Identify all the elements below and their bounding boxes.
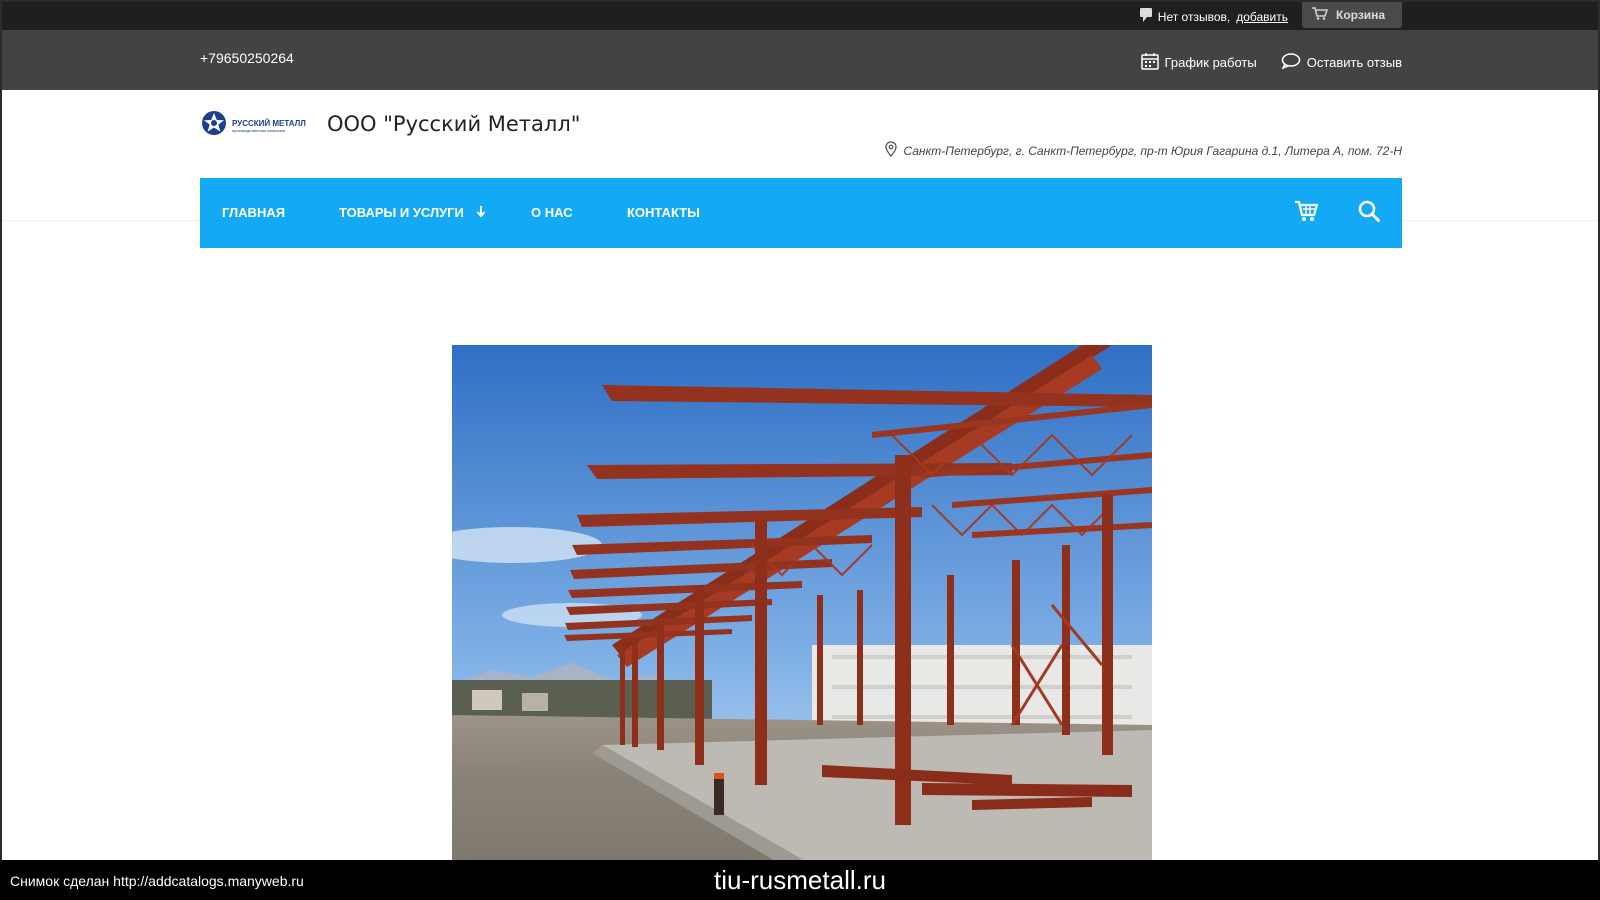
nav-item-products[interactable]: Товары и услуги bbox=[339, 205, 486, 220]
nav-cart-button[interactable] bbox=[1294, 200, 1319, 227]
nav-item-label: О нас bbox=[531, 205, 573, 220]
company-logo[interactable]: РУССКИЙ МЕТАЛЛ производственная компания bbox=[200, 110, 306, 141]
comment-icon bbox=[1139, 8, 1152, 25]
header-bar: +79650250264 График работы Оставить отзы… bbox=[2, 30, 1598, 90]
nav-search-button[interactable] bbox=[1358, 200, 1380, 227]
hero-photo-steel-structure bbox=[452, 345, 1152, 865]
add-review-link[interactable]: добавить bbox=[1236, 10, 1288, 24]
browser-frame: Нет отзывов, добавить Корзина +796502502… bbox=[0, 0, 1600, 900]
nav-item-label: Контакты bbox=[627, 205, 700, 220]
cart-icon bbox=[1312, 7, 1329, 23]
schedule-label: График работы bbox=[1164, 55, 1257, 70]
speech-bubble-icon bbox=[1281, 53, 1301, 72]
phone-number[interactable]: +79650250264 bbox=[200, 50, 294, 66]
nav-item-home[interactable]: Главная bbox=[222, 205, 285, 220]
schedule-button[interactable]: График работы bbox=[1140, 52, 1257, 73]
search-icon bbox=[1358, 200, 1380, 226]
cart-icon bbox=[1294, 200, 1319, 226]
logo-subtext: производственная компания bbox=[232, 127, 286, 133]
main-navigation: Главная Товары и услуги О нас Контакты bbox=[200, 178, 1402, 248]
logo-text: РУССКИЙ МЕТАЛЛ bbox=[232, 118, 306, 128]
nav-item-label: Товары и услуги bbox=[339, 205, 464, 220]
reviews-info: Нет отзывов, добавить bbox=[1139, 8, 1288, 25]
address: Санкт-Петербург, г. Санкт-Петербург, пр-… bbox=[885, 141, 1402, 160]
location-pin-icon bbox=[885, 141, 898, 160]
leave-review-button[interactable]: Оставить отзыв bbox=[1281, 52, 1402, 73]
nav-item-label: Главная bbox=[222, 205, 286, 220]
header-links: График работы Оставить отзыв bbox=[1140, 52, 1402, 73]
cart-label: Корзина bbox=[1336, 8, 1386, 22]
nav-item-contacts[interactable]: Контакты bbox=[627, 205, 700, 220]
nav-item-about[interactable]: О нас bbox=[531, 205, 573, 220]
company-name: ООО "Русский Металл" bbox=[327, 112, 581, 136]
arrow-down-icon bbox=[476, 205, 486, 220]
top-utility-bar: Нет отзывов, добавить Корзина bbox=[2, 2, 1598, 30]
screenshot-caption-bar: Снимок сделан http://addcatalogs.manyweb… bbox=[0, 860, 1600, 900]
cart-button[interactable]: Корзина bbox=[1302, 2, 1402, 28]
review-label: Оставить отзыв bbox=[1306, 55, 1402, 70]
calendar-icon bbox=[1140, 52, 1159, 73]
address-text: Санкт-Петербург, г. Санкт-Петербург, пр-… bbox=[903, 143, 1402, 158]
star-logo-icon bbox=[200, 110, 228, 141]
caption-domain: tiu-rusmetall.ru bbox=[714, 865, 886, 895]
reviews-text: Нет отзывов, bbox=[1157, 9, 1231, 24]
